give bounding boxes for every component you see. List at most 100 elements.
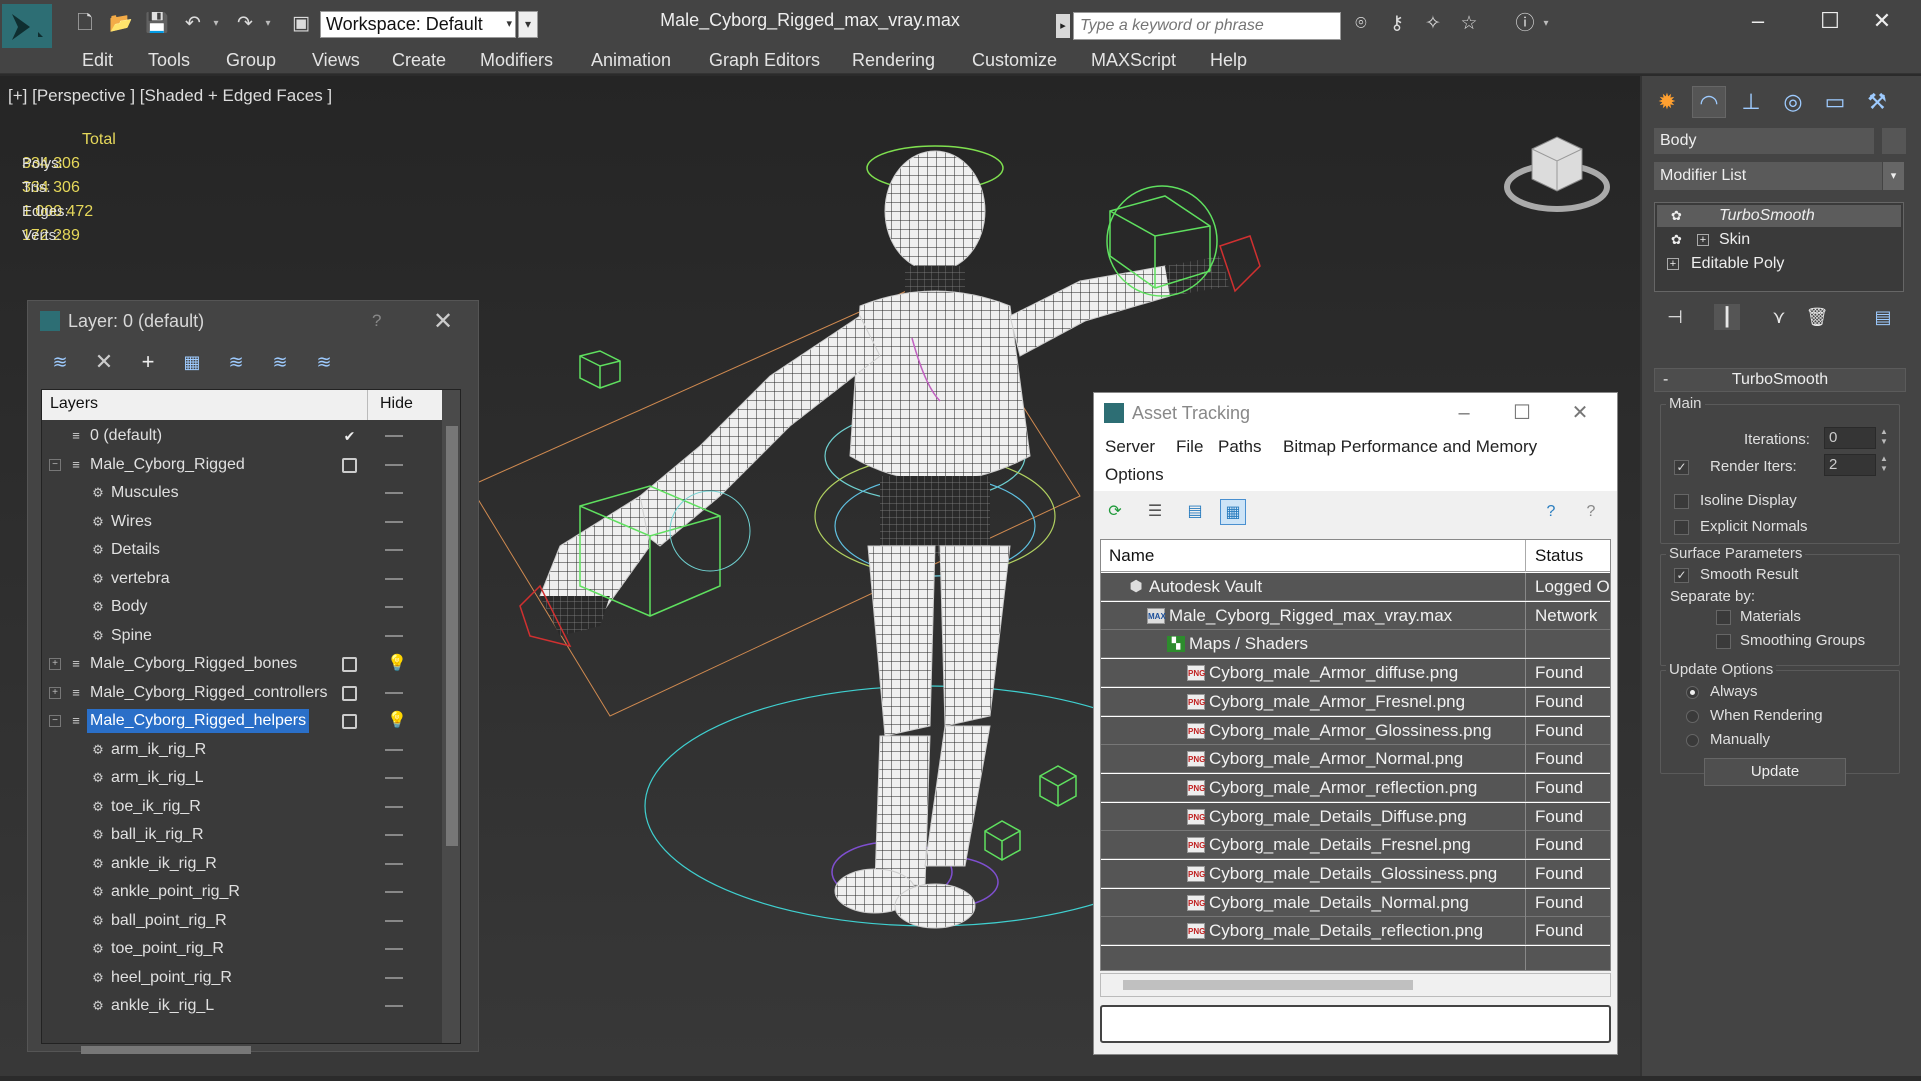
- close-icon[interactable]: ✕: [433, 307, 453, 336]
- collapse-icon[interactable]: -: [1663, 369, 1668, 391]
- asset-row[interactable]: PNG Cyborg_male_Details_Fresnel.png Found: [1101, 831, 1610, 860]
- modify-tab-icon[interactable]: ◠: [1692, 86, 1726, 118]
- hide-toggle[interactable]: [385, 520, 403, 523]
- hide-toggle[interactable]: [385, 606, 403, 608]
- display-tab-icon[interactable]: ▭: [1818, 86, 1852, 118]
- delete-layer-icon[interactable]: ✕: [92, 350, 116, 374]
- menu-options[interactable]: Options: [1105, 465, 1164, 485]
- menu-maxscript[interactable]: MAXScript: [1091, 50, 1176, 71]
- layer-row[interactable]: ⚙ ball_point_rig_R: [42, 906, 442, 935]
- save-icon[interactable]: 💾: [144, 12, 170, 36]
- highlight-layer-icon[interactable]: ≋: [224, 350, 248, 374]
- make-unique-icon[interactable]: ⋎: [1766, 304, 1792, 330]
- asset-row[interactable]: PNG Cyborg_male_Armor_reflection.png Found: [1101, 773, 1610, 802]
- menu-modifiers[interactable]: Modifiers: [480, 50, 553, 71]
- search-expand-icon[interactable]: ▸: [1056, 14, 1070, 38]
- layer-name[interactable]: ball_ik_rig_R: [108, 823, 207, 847]
- layer-row[interactable]: ⚙ vertebra: [42, 564, 442, 593]
- set-current-layer-checkbox[interactable]: [342, 457, 357, 473]
- layer-name[interactable]: arm_ik_rig_R: [108, 738, 209, 762]
- hide-toggle[interactable]: [385, 549, 403, 551]
- menu-help[interactable]: Help: [1210, 50, 1247, 71]
- asset-row[interactable]: PNG Cyborg_male_Armor_diffuse.png Found: [1101, 659, 1610, 688]
- add-to-layer-icon[interactable]: +: [136, 350, 160, 374]
- configure-sets-icon[interactable]: ▤: [1870, 304, 1896, 330]
- layer-name[interactable]: ankle_point_rig_R: [108, 880, 243, 904]
- layer-row[interactable]: ≡ 0 (default) ✔: [42, 422, 442, 450]
- thumbnail-view-icon[interactable]: ▤: [1182, 499, 1208, 525]
- workspace-dropdown[interactable]: Workspace: Default ▾: [320, 11, 516, 38]
- undo-history-chevron-icon[interactable]: ▾: [210, 12, 222, 36]
- collapse-icon[interactable]: −: [49, 715, 61, 727]
- layer-row[interactable]: ⚙ toe_point_rig_R: [42, 935, 442, 963]
- hide-toggle[interactable]: [385, 834, 403, 836]
- render-iters-spinner[interactable]: 2: [1824, 454, 1876, 476]
- stack-item-editable-poly[interactable]: + Editable Poly: [1657, 253, 1901, 275]
- layer-row[interactable]: ⚙ Details: [42, 536, 442, 564]
- scrollbar-thumb[interactable]: [81, 1046, 251, 1054]
- update-manually-radio[interactable]: [1686, 734, 1699, 747]
- layer-name[interactable]: ball_point_rig_R: [108, 909, 230, 933]
- column-header-layers[interactable]: Layers: [50, 395, 98, 413]
- layer-name[interactable]: Male_Cyborg_Rigged: [87, 453, 248, 477]
- lightbulb-icon[interactable]: 💡: [387, 653, 407, 673]
- menu-rendering[interactable]: Rendering: [852, 50, 935, 71]
- menu-group[interactable]: Group: [226, 50, 276, 71]
- workspace-menu-button[interactable]: ▾: [518, 11, 538, 38]
- hide-toggle[interactable]: [385, 891, 403, 893]
- hierarchy-tab-icon[interactable]: ⊥: [1734, 86, 1768, 118]
- layer-name[interactable]: 0 (default): [87, 424, 165, 448]
- object-color-swatch[interactable]: [1882, 128, 1906, 154]
- layer-name[interactable]: toe_point_rig_R: [108, 937, 227, 961]
- hide-toggle[interactable]: [385, 777, 403, 779]
- rollout-header[interactable]: - TurboSmooth: [1654, 368, 1906, 392]
- asset-row[interactable]: MAX Male_Cyborg_Rigged_max_vray.max Networ…: [1101, 601, 1610, 630]
- layer-row[interactable]: + ≡ Male_Cyborg_Rigged_controllers: [42, 678, 442, 707]
- layer-row[interactable]: ⚙ ankle_ik_rig_L: [42, 992, 442, 1020]
- menu-bitmap-performance[interactable]: Bitmap Performance and Memory: [1283, 437, 1537, 457]
- asset-row[interactable]: PNG Cyborg_male_Details_Diffuse.png Found: [1101, 802, 1610, 831]
- menu-customize[interactable]: Customize: [972, 50, 1057, 71]
- menu-tools[interactable]: Tools: [148, 50, 190, 71]
- search-input[interactable]: [1073, 12, 1341, 40]
- column-header-hide[interactable]: Hide: [380, 395, 413, 413]
- layer-row[interactable]: − ≡ Male_Cyborg_Rigged_helpers 💡: [42, 707, 442, 735]
- current-layer-check-icon[interactable]: ✔: [342, 429, 357, 444]
- layer-name[interactable]: Male_Cyborg_Rigged_bones: [87, 652, 300, 676]
- iterations-spinner[interactable]: 0: [1824, 427, 1876, 449]
- redo-icon[interactable]: ↷: [232, 12, 258, 36]
- set-current-layer-checkbox[interactable]: [342, 714, 357, 729]
- utilities-tab-icon[interactable]: ⚒: [1860, 86, 1894, 118]
- menu-animation[interactable]: Animation: [591, 50, 671, 71]
- refresh-icon[interactable]: ⟳: [1102, 499, 1128, 525]
- asset-row[interactable]: PNG Cyborg_male_Details_Glossiness.png Fou…: [1101, 860, 1610, 888]
- hide-toggle[interactable]: [385, 919, 403, 922]
- communication-center-icon[interactable]: ✧: [1420, 12, 1446, 36]
- column-header-status[interactable]: Status: [1535, 546, 1583, 566]
- layer-row[interactable]: ⚙ ball_ik_rig_R: [42, 821, 442, 849]
- layer-name[interactable]: toe_ik_rig_R: [108, 795, 204, 819]
- horizontal-scrollbar[interactable]: [1100, 973, 1611, 997]
- layer-row[interactable]: ⚙ Wires: [42, 507, 442, 536]
- menu-file[interactable]: File: [1176, 437, 1203, 457]
- layer-name[interactable]: arm_ik_rig_L: [108, 766, 206, 790]
- close-button[interactable]: ✕: [1560, 399, 1600, 427]
- minimize-button[interactable]: –: [1444, 399, 1484, 427]
- remove-modifier-icon[interactable]: 🗑: [1804, 304, 1830, 330]
- list-view-icon[interactable]: ☰: [1142, 499, 1168, 525]
- help-icon[interactable]: ⓘ: [1512, 12, 1538, 36]
- smoothing-groups-checkbox[interactable]: [1716, 634, 1731, 649]
- show-end-result-icon[interactable]: ┃: [1714, 304, 1740, 330]
- layer-name[interactable]: Muscules: [108, 481, 182, 505]
- asset-row[interactable]: ▚ Maps / Shaders: [1101, 630, 1610, 659]
- hide-toggle[interactable]: [385, 1005, 403, 1007]
- project-folder-icon[interactable]: ▣: [288, 12, 314, 36]
- asset-row[interactable]: PNG Cyborg_male_Armor_Normal.png Found: [1101, 745, 1610, 774]
- set-current-layer-checkbox[interactable]: [342, 657, 357, 672]
- menu-graph-editors[interactable]: Graph Editors: [709, 50, 820, 71]
- smooth-result-checkbox[interactable]: ✓: [1674, 568, 1689, 583]
- stack-item-skin[interactable]: ✿ + Skin: [1657, 229, 1901, 251]
- layer-row[interactable]: − ≡ Male_Cyborg_Rigged: [42, 450, 442, 479]
- hide-toggle[interactable]: [385, 862, 403, 865]
- table-view-icon[interactable]: ▦: [1220, 499, 1246, 525]
